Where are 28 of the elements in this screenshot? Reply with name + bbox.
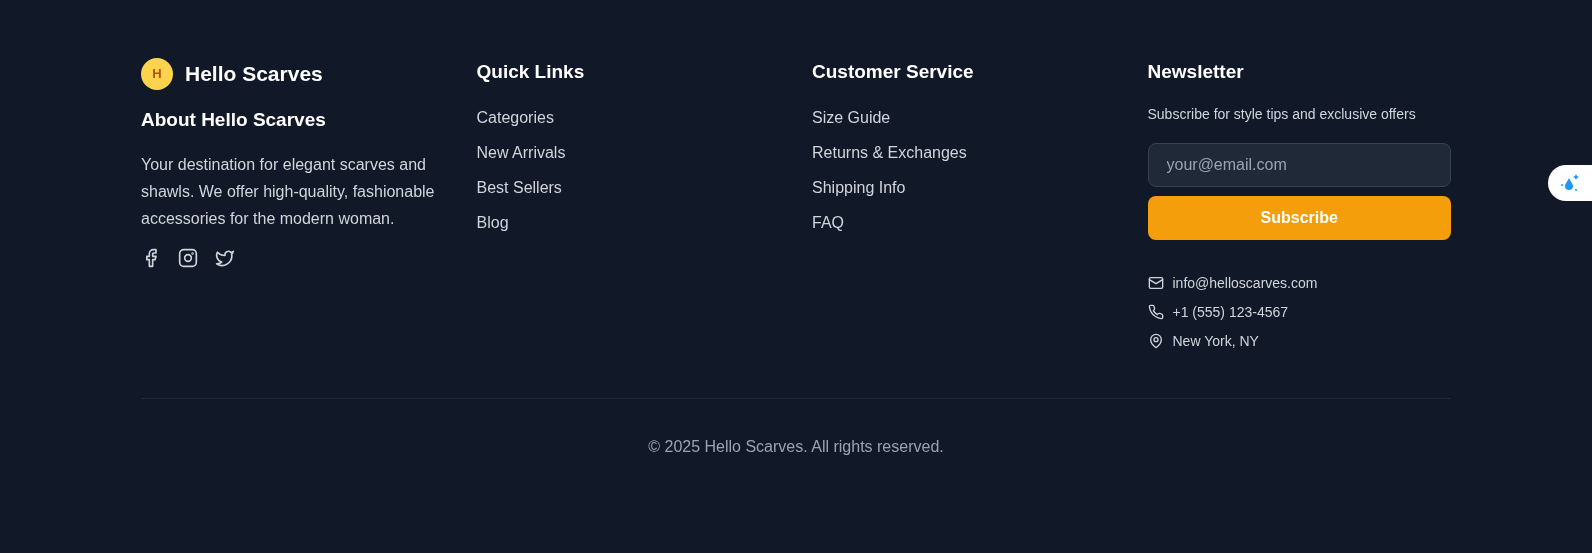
- footer-link[interactable]: New Arrivals: [476, 141, 566, 164]
- section-heading: Quick Links: [476, 60, 586, 84]
- email-field[interactable]: your@email.com: [1147, 142, 1451, 187]
- section-heading: Newsletter: [1147, 60, 1245, 84]
- footer-link[interactable]: Blog: [476, 211, 509, 234]
- brand-name: Hello Scarves: [185, 61, 323, 88]
- contact-text: +1 (555) 123-4567: [1172, 302, 1289, 321]
- contact-text: New York, NY: [1172, 331, 1259, 350]
- section-heading: Customer Service: [812, 60, 975, 84]
- footer-link[interactable]: Categories: [476, 106, 554, 129]
- droplet-icon: [1559, 172, 1581, 194]
- footer-link[interactable]: FAQ: [812, 211, 844, 234]
- about-text: Your destination for elegant scarves and shawls. We offer high-quality, fashionable accessories for the modern woman.: [141, 154, 436, 229]
- contact-text: info@helloscarves.com: [1172, 273, 1318, 292]
- newsletter-text: Subscribe for style tips and exclusive offers: [1147, 104, 1417, 124]
- footer-link[interactable]: Shipping Info: [812, 176, 906, 199]
- logo-badge: H: [141, 58, 173, 90]
- footer-link[interactable]: Size Guide: [812, 106, 891, 129]
- phone-icon: [1147, 303, 1164, 320]
- map-pin-icon: [1147, 332, 1164, 349]
- floating-widget-button[interactable]: [1548, 165, 1592, 201]
- instagram-icon[interactable]: [178, 247, 198, 268]
- envelope-icon: [1147, 274, 1164, 291]
- section-heading: About Hello Scarves: [141, 108, 327, 132]
- footer-link[interactable]: Returns & Exchanges: [812, 141, 967, 164]
- footer-link[interactable]: Best Sellers: [476, 176, 562, 199]
- twitter-icon[interactable]: [215, 247, 235, 268]
- copyright-text: © 2025 Hello Scarves. All rights reserved.: [648, 436, 944, 457]
